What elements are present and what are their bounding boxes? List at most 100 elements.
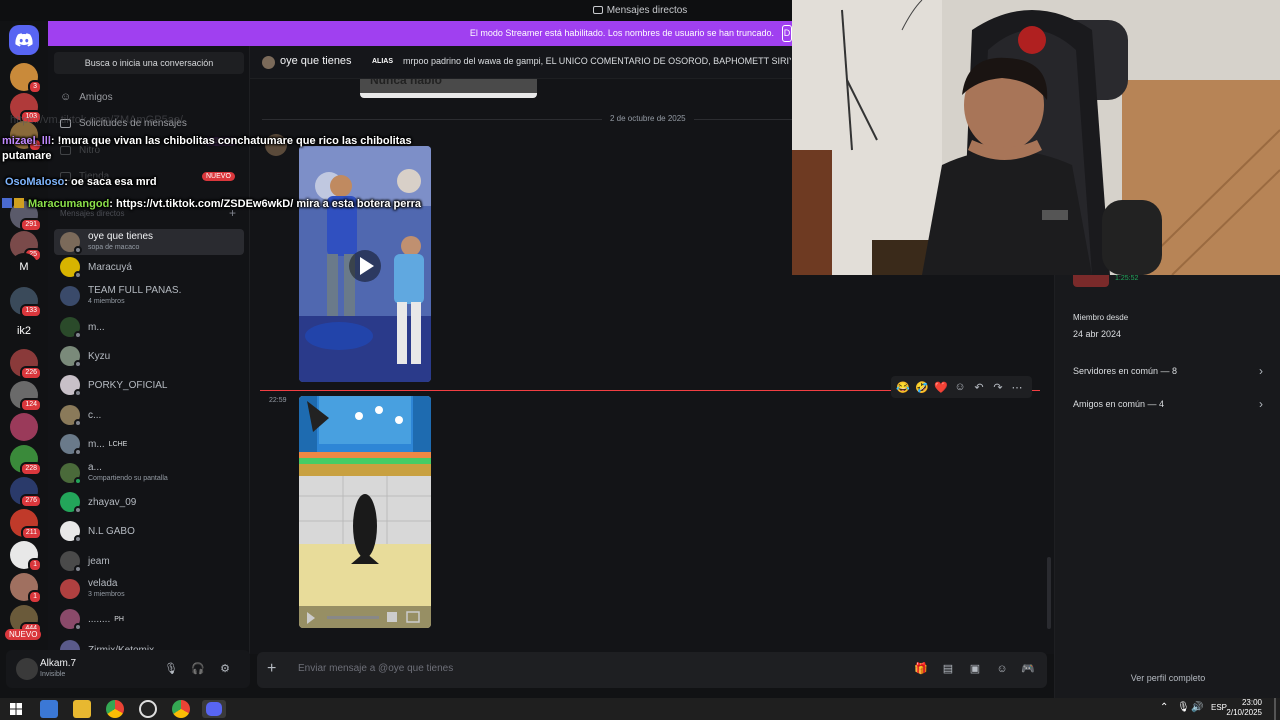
dm-tag: LCHE: [108, 440, 128, 448]
dm-item[interactable]: zhayav_09: [54, 489, 244, 515]
dm-item[interactable]: N.L GABO: [54, 518, 244, 544]
add-attachment-icon[interactable]: +: [267, 660, 276, 678]
messages-scrollbar[interactable]: [1047, 557, 1051, 629]
video-attachment[interactable]: [299, 396, 431, 628]
server-icon[interactable]: 211: [10, 509, 42, 540]
obs-icon[interactable]: [139, 700, 157, 718]
store-app-icon[interactable]: [40, 700, 58, 718]
dm-item[interactable]: c...: [54, 402, 244, 428]
nav-friends[interactable]: ☺ Amigos: [60, 86, 113, 108]
server-icon[interactable]: [10, 413, 38, 441]
microphone-tray-icon[interactable]: 🎙: [1177, 702, 1190, 713]
dm-item[interactable]: Maracuyá: [54, 254, 244, 280]
windows-start-icon[interactable]: [7, 700, 25, 718]
streamer-banner-text: El modo Streamer está habilitado. Los no…: [469, 28, 774, 38]
server-icon[interactable]: 133: [10, 287, 42, 318]
server-icon[interactable]: 3: [10, 63, 42, 94]
discord-taskbar-icon[interactable]: [202, 700, 226, 718]
dm-item[interactable]: a... Compartiendo su pantalla: [54, 460, 244, 486]
dm-avatar: [60, 492, 82, 514]
dm-subtitle: 4 miembros: [88, 298, 125, 305]
dm-tag: PH: [114, 615, 124, 623]
dm-subtitle: sopa de macaco: [88, 244, 140, 251]
streamer-mode-banner: El modo Streamer está habilitado. Los no…: [48, 21, 792, 46]
friends-in-common-row[interactable]: Amigos en común — 4 ›: [1065, 391, 1271, 417]
discord-logo-icon: [15, 33, 33, 47]
dm-item[interactable]: ........ PH: [54, 606, 244, 632]
overlay-ghost-link: https://vm.tiktok.com/ZMAmGP5ae/: [10, 114, 183, 126]
server-icon[interactable]: 124: [10, 381, 42, 412]
game-activity-image: [1073, 275, 1109, 287]
badge-icon: [2, 198, 12, 208]
chrome-icon[interactable]: [106, 700, 124, 718]
server-badge: 228: [20, 462, 42, 476]
new-servers-badge[interactable]: NUEVO: [5, 629, 42, 640]
dm-name: ........: [88, 613, 111, 625]
member-since-date: 24 abr 2024: [1073, 329, 1122, 339]
clock-date[interactable]: 2/10/2025: [1222, 708, 1262, 718]
dm-item[interactable]: Kyzu: [54, 343, 244, 369]
search-conversation-button[interactable]: Busca o inicia una conversación: [54, 52, 244, 74]
dm-avatar: [60, 257, 82, 279]
dm-item[interactable]: oye que tienes sopa de macaco: [54, 229, 244, 255]
laughing-emoji-reaction[interactable]: 😂: [896, 381, 910, 394]
server-badge: 276: [20, 494, 42, 508]
gear-icon[interactable]: ⚙: [218, 662, 232, 676]
view-full-profile-link[interactable]: Ver perfil completo: [1055, 673, 1280, 683]
status-indicator: [74, 535, 82, 543]
dm-name: velada: [88, 578, 118, 589]
dm-item[interactable]: m...: [54, 314, 244, 340]
dm-item[interactable]: jeam: [54, 548, 244, 574]
chat-title[interactable]: oye que tienes: [280, 55, 352, 67]
message-input[interactable]: Enviar mensaje a @oye que tienes: [298, 663, 453, 674]
dm-item[interactable]: TEAM FULL PANAS. 4 miembros: [54, 283, 244, 309]
dm-name: TEAM FULL PANAS.: [88, 285, 182, 296]
apps-icon[interactable]: 🎮: [1020, 661, 1036, 677]
status-indicator: [74, 246, 82, 254]
user-avatar[interactable]: [16, 658, 38, 680]
chevron-up-icon[interactable]: ⌃: [1160, 702, 1168, 713]
dm-avatar: [60, 609, 82, 631]
dm-item[interactable]: m... LCHE: [54, 431, 244, 457]
emoji-icon[interactable]: ☺: [994, 661, 1010, 677]
server-icon[interactable]: 226: [10, 349, 42, 380]
server-icon[interactable]: 276: [10, 477, 42, 508]
discord-home-button[interactable]: [9, 25, 39, 55]
gif-icon[interactable]: ▤: [940, 661, 956, 677]
gift-icon[interactable]: 🎁: [913, 661, 929, 677]
server-icon[interactable]: 1: [10, 541, 42, 572]
overlay-chat-line: Maracumangod: https://vt.tiktok.com/ZSDE…: [2, 197, 442, 212]
dm-item[interactable]: velada 3 miembros: [54, 576, 244, 602]
status-indicator: [74, 477, 82, 485]
forward-icon[interactable]: ↷: [991, 381, 1005, 394]
add-reaction-icon[interactable]: ☺: [953, 381, 967, 393]
sticker-icon[interactable]: ▣: [967, 661, 983, 677]
show-desktop-button[interactable]: [1274, 698, 1276, 720]
member-since-label: Miembro desde: [1073, 313, 1129, 322]
speaker-icon[interactable]: 🔊: [1191, 702, 1203, 713]
server-badge: 291: [20, 218, 42, 232]
server-badge: 3: [28, 80, 42, 94]
chat-avatar[interactable]: [262, 56, 275, 69]
server-icon[interactable]: 1: [10, 573, 42, 604]
previous-video-thumbnail[interactable]: Nunca hablo: [360, 79, 537, 98]
dm-avatar: [60, 463, 82, 485]
server-icon[interactable]: M: [10, 253, 38, 281]
file-explorer-icon[interactable]: [73, 700, 91, 718]
heart-emoji-reaction[interactable]: ❤️: [934, 381, 948, 394]
user-status: Invisible: [40, 671, 66, 678]
more-options-icon[interactable]: ⋯: [1010, 381, 1024, 394]
chrome-icon[interactable]: [172, 700, 190, 718]
reply-icon[interactable]: ↶: [972, 381, 986, 394]
dm-item[interactable]: PORKY_OFICIAL: [54, 372, 244, 398]
clock-time[interactable]: 23:00: [1232, 698, 1262, 708]
headphones-icon[interactable]: 🎧: [191, 662, 205, 676]
servers-in-common-row[interactable]: Servidores en común — 8 ›: [1065, 358, 1271, 384]
rofl-emoji-reaction[interactable]: 🤣: [915, 381, 929, 394]
streamer-banner-button[interactable]: D: [782, 25, 792, 42]
microphone-icon[interactable]: 🎙: [164, 662, 178, 676]
server-badge: 1: [28, 590, 42, 604]
dm-subtitle: Compartiendo su pantalla: [88, 475, 168, 482]
server-icon[interactable]: ik2: [10, 317, 38, 345]
server-icon[interactable]: 228: [10, 445, 42, 476]
